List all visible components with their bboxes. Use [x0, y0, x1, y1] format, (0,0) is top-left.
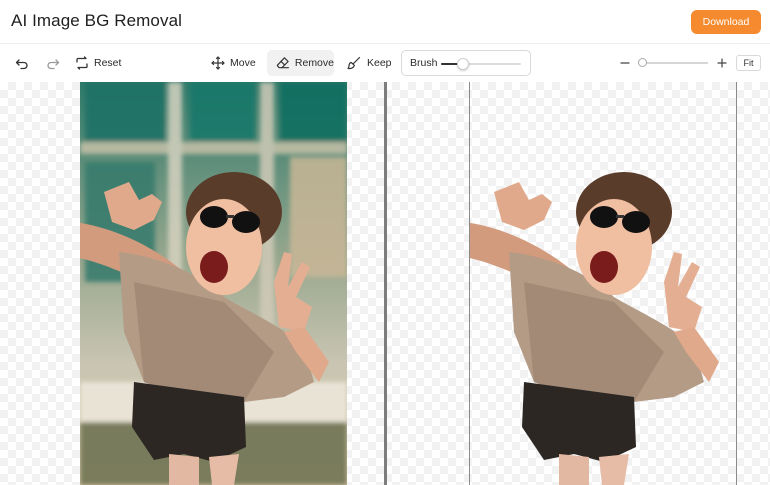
zoom-out-icon: [620, 62, 630, 64]
reset-button[interactable]: Reset: [75, 50, 121, 76]
zoom-slider[interactable]: [638, 58, 708, 67]
zoom-slider-thumb[interactable]: [638, 58, 648, 67]
keep-tool[interactable]: Keep: [347, 50, 392, 76]
download-button[interactable]: Download: [691, 10, 761, 34]
app-header: AI Image BG Removal Download: [0, 0, 770, 44]
redo-button[interactable]: [46, 50, 60, 76]
brush-size-slider[interactable]: [441, 58, 521, 70]
remove-tool[interactable]: Remove: [267, 50, 334, 76]
eraser-icon: [276, 57, 289, 69]
undo-button[interactable]: [15, 50, 29, 76]
remove-label: Remove: [294, 57, 334, 69]
zoom-in-button[interactable]: [716, 50, 728, 76]
undo-icon: [15, 59, 28, 70]
zoom-in-icon: [717, 58, 727, 68]
move-icon: [211, 56, 225, 70]
brush-icon: [347, 56, 361, 70]
reset-label: Reset: [94, 57, 122, 69]
original-image: [80, 82, 347, 485]
brush-label: Brush: [410, 57, 438, 69]
toolbar: Reset Move Remove Keep Brush Fit: [0, 45, 770, 82]
result-image: [469, 82, 737, 485]
zoom-out-button[interactable]: [619, 50, 631, 76]
brush-slider-thumb[interactable]: [456, 58, 469, 70]
app-title: AI Image BG Removal: [11, 11, 183, 30]
redo-icon: [47, 59, 60, 70]
brush-size-control: Brush: [401, 50, 531, 76]
move-tool[interactable]: Move: [211, 50, 256, 76]
split-divider[interactable]: [384, 82, 387, 485]
move-label: Move: [230, 57, 256, 69]
keep-label: Keep: [367, 57, 392, 69]
fit-button[interactable]: Fit: [736, 55, 761, 71]
reset-icon: [76, 56, 88, 70]
